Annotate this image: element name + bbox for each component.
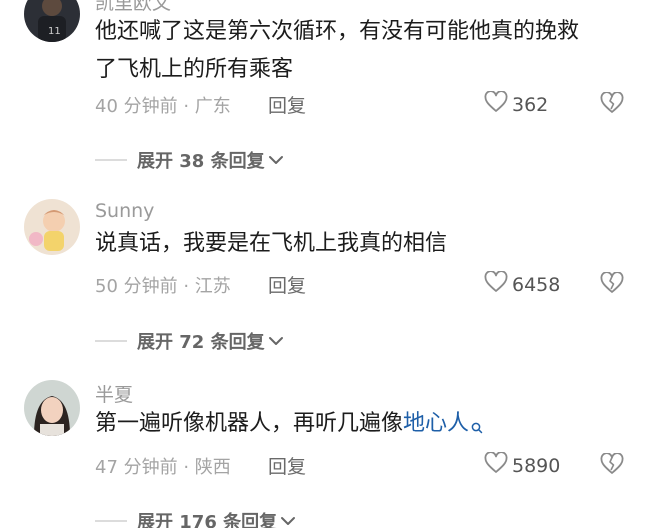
dislike-button[interactable] — [600, 91, 624, 118]
comment-time-location: 50 分钟前 · 江苏 — [95, 276, 231, 297]
comment-time-location: 47 分钟前 · 陕西 — [95, 457, 231, 478]
comment-time-location: 40 分钟前 · 广东 — [95, 96, 231, 117]
search-icon[interactable] — [471, 409, 483, 447]
like-button[interactable]: 6458 — [484, 270, 561, 298]
avatar[interactable] — [24, 199, 80, 255]
comment-text: 说真话，我要是在飞机上我真的相信 — [95, 231, 448, 256]
expand-replies-button[interactable]: 展开 176 条回复 — [95, 508, 296, 528]
like-count: 5890 — [512, 454, 561, 477]
comment-text: 他还喊了这是第六次循环，有没有可能他真的挽救 了飞机上的所有乘客 — [95, 13, 635, 89]
comment-text: 第一遍听像机器人，再听几遍像地心人 — [95, 405, 635, 447]
divider — [95, 520, 127, 522]
comment-text-body: 第一遍听像机器人，再听几遍像 — [95, 411, 404, 436]
chevron-down-icon — [268, 332, 284, 351]
expand-replies-button[interactable]: 展开 72 条回复 — [95, 328, 284, 354]
svg-text:11: 11 — [48, 26, 61, 37]
divider — [95, 340, 127, 342]
chevron-down-icon — [280, 512, 296, 528]
avatar[interactable]: 11 — [24, 0, 80, 42]
broken-heart-icon — [600, 91, 624, 118]
heart-outline-icon — [484, 270, 508, 298]
comment-username[interactable]: 半夏 — [95, 380, 133, 407]
comment-text-line: 他还喊了这是第六次循环，有没有可能他真的挽救 — [95, 19, 580, 44]
reply-button[interactable]: 回复 — [268, 452, 306, 479]
comment-text-line: 了飞机上的所有乘客 — [95, 57, 294, 82]
comment-username[interactable]: Sunny — [95, 200, 154, 222]
comment-item: Sunny 说真话，我要是在飞机上我真的相信 50 分钟前 · 江苏 回复 64… — [0, 180, 650, 360]
like-count: 362 — [512, 93, 549, 116]
avatar[interactable] — [24, 380, 80, 436]
like-button[interactable]: 362 — [484, 90, 549, 118]
expand-replies-label: 展开 176 条回复 — [137, 512, 278, 528]
reply-button[interactable]: 回复 — [268, 271, 306, 298]
chevron-down-icon — [268, 151, 284, 170]
divider — [95, 159, 127, 161]
broken-heart-icon — [600, 271, 624, 298]
comment-item: 半夏 第一遍听像机器人，再听几遍像地心人 47 分钟前 · 陕西 回复 5890… — [0, 360, 650, 528]
broken-heart-icon — [600, 452, 624, 479]
dislike-button[interactable] — [600, 271, 624, 298]
comment-item: 11 凯里欧文 他还喊了这是第六次循环，有没有可能他真的挽救 了飞机上的所有乘客… — [0, 0, 650, 180]
expand-replies-label: 展开 38 条回复 — [137, 151, 265, 172]
search-keyword-link[interactable]: 地心人 — [403, 411, 469, 436]
heart-outline-icon — [484, 90, 508, 118]
heart-outline-icon — [484, 451, 508, 479]
like-button[interactable]: 5890 — [484, 451, 561, 479]
expand-replies-button[interactable]: 展开 38 条回复 — [95, 147, 284, 173]
like-count: 6458 — [512, 273, 561, 296]
expand-replies-label: 展开 72 条回复 — [137, 332, 265, 353]
dislike-button[interactable] — [600, 452, 624, 479]
reply-button[interactable]: 回复 — [268, 91, 306, 118]
